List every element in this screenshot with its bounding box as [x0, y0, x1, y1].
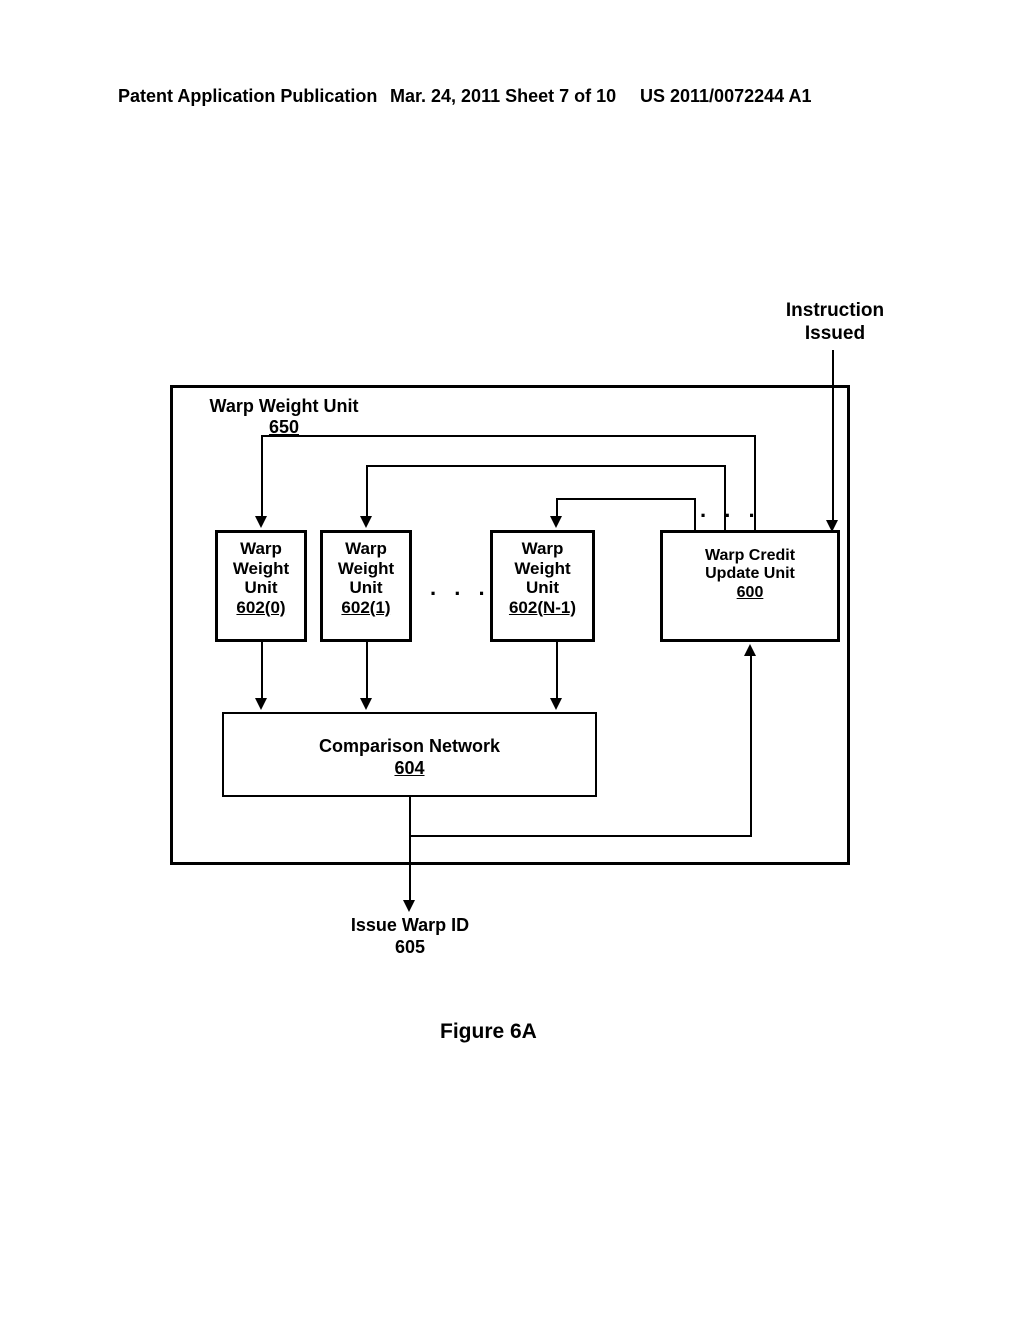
comp-num: 604 — [394, 758, 424, 778]
arrow-to-0 — [255, 516, 267, 528]
header-mid: Mar. 24, 2011 Sheet 7 of 10 — [390, 86, 616, 107]
wwun-num: 602(N-1) — [509, 598, 576, 617]
arrow-wwu0-down — [255, 698, 267, 710]
arrow-wwu1-down — [360, 698, 372, 710]
instruction-issued-label: Instruction Issued — [775, 300, 895, 346]
arrow-to-n1 — [550, 516, 562, 528]
line-feedback-v — [750, 654, 752, 837]
wwu1-num: 602(1) — [341, 598, 390, 617]
line-wwu0-down — [261, 642, 263, 702]
warp-weight-unit-0: Warp Weight Unit 602(0) — [215, 530, 307, 642]
wwun-l3: Unit — [526, 578, 559, 597]
credit-l1: Warp Credit — [705, 547, 795, 564]
wwu0-num: 602(0) — [236, 598, 285, 617]
warp-weight-unit-n1: Warp Weight Unit 602(N-1) — [490, 530, 595, 642]
line-to-1-down — [366, 465, 368, 520]
line-wwun-down — [556, 642, 558, 702]
warp-credit-update-unit: Warp Credit Update Unit 600 — [660, 530, 840, 642]
arrow-wwun-down — [550, 698, 562, 710]
wwu0-l2: Weight — [233, 559, 289, 578]
issue-warp-id-label: Issue Warp ID 605 — [335, 915, 485, 958]
header-right: US 2011/0072244 A1 — [640, 86, 811, 107]
wwu1-l1: Warp — [345, 539, 387, 558]
line-credit-to-0-h — [261, 435, 756, 437]
wwun-l2: Weight — [514, 559, 570, 578]
line-credit-stub-0 — [754, 435, 756, 530]
arrow-feedback-up — [744, 644, 756, 656]
wwu0-l1: Warp — [240, 539, 282, 558]
warp-weight-unit-1: Warp Weight Unit 602(1) — [320, 530, 412, 642]
header-left: Patent Application Publication — [118, 86, 377, 107]
wwu1-l2: Weight — [338, 559, 394, 578]
outer-title-text: Warp Weight Unit — [210, 396, 359, 416]
line-feedback-h — [409, 835, 750, 837]
figure-caption: Figure 6A — [440, 1020, 537, 1044]
outer-title: Warp Weight Unit 650 — [189, 396, 379, 437]
outer-num: 650 — [269, 417, 299, 437]
credit-num: 600 — [737, 584, 764, 601]
comparison-network: Comparison Network 604 — [222, 712, 597, 797]
arrow-comp-out — [403, 900, 415, 912]
line-credit-to-n1-h — [556, 498, 696, 500]
ellipsis-right: . . . — [700, 497, 761, 523]
wwun-l1: Warp — [522, 539, 564, 558]
arrow-to-1 — [360, 516, 372, 528]
out-title: Issue Warp ID — [351, 915, 469, 935]
wwu0-l3: Unit — [244, 578, 277, 597]
credit-l2: Update Unit — [705, 565, 795, 582]
out-num: 605 — [395, 937, 425, 957]
comp-title: Comparison Network — [319, 736, 500, 756]
wwu1-l3: Unit — [349, 578, 382, 597]
line-wwu1-down — [366, 642, 368, 702]
line-credit-stub-n1 — [694, 498, 696, 530]
line-credit-stub-1 — [724, 465, 726, 530]
line-to-0-down — [261, 435, 263, 520]
ellipsis-mid: . . . — [430, 575, 491, 601]
line-comp-out — [409, 797, 411, 905]
line-credit-to-1-h — [366, 465, 726, 467]
